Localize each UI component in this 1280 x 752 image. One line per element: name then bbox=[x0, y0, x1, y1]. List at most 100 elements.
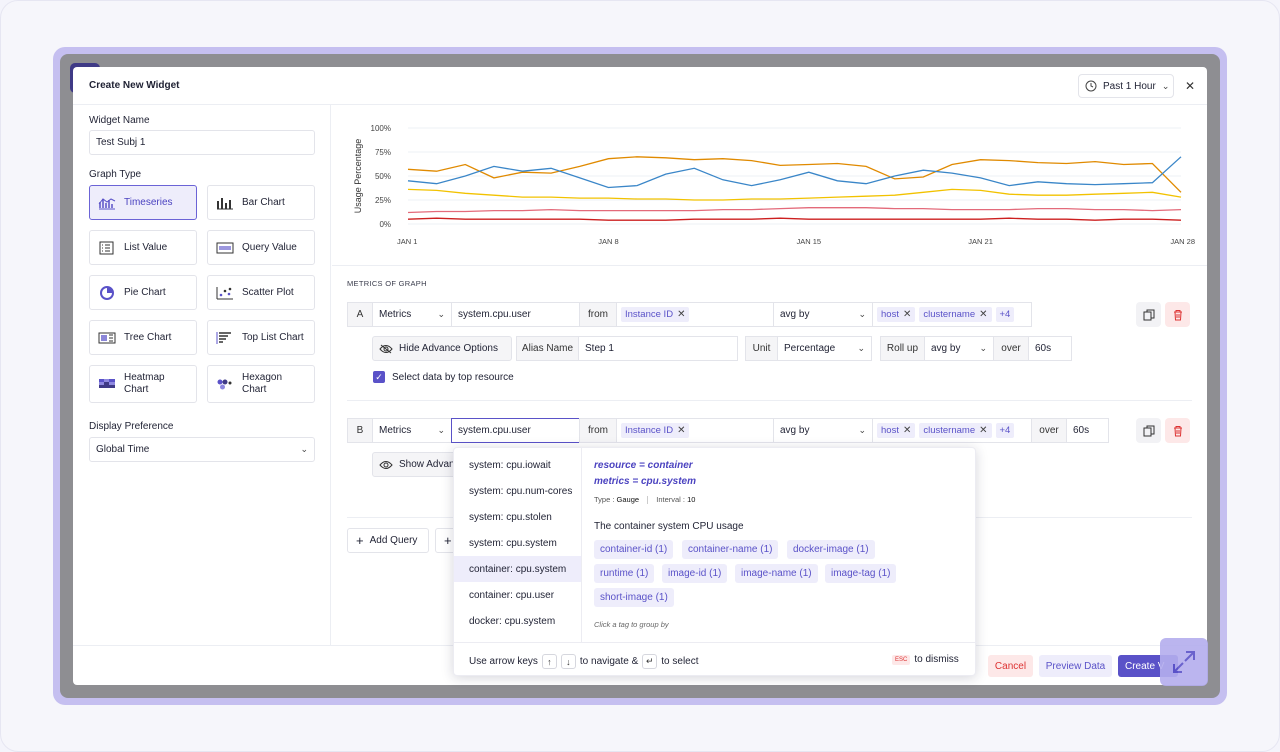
remove-tag-icon[interactable]: ✕ bbox=[903, 309, 911, 320]
tree-chart-icon bbox=[98, 332, 116, 343]
rollup-agg-select[interactable]: avg by ⌄ bbox=[924, 336, 994, 361]
copy-query-button[interactable] bbox=[1136, 418, 1161, 443]
x-tick-label: JAN 15 bbox=[797, 237, 822, 246]
group-tag-chip[interactable]: image-id (1) bbox=[662, 564, 728, 583]
from-tag[interactable]: Instance ID ✕ bbox=[621, 423, 690, 438]
group-tags-a[interactable]: host ✕ clustername ✕ +4 bbox=[872, 302, 1032, 327]
from-tags-b[interactable]: Instance ID ✕ bbox=[616, 418, 774, 443]
widget-name-label: Widget Name bbox=[89, 115, 150, 126]
x-tick-label: JAN 8 bbox=[598, 237, 618, 246]
plus-icon: + bbox=[356, 533, 364, 548]
modal-header: Create New Widget Past 1 Hour ⌄ ✕ bbox=[73, 67, 1207, 105]
top-resource-checkbox[interactable]: ✓ bbox=[373, 371, 385, 383]
group-tag-chip[interactable]: docker-image (1) bbox=[787, 540, 875, 559]
group-tag-chip[interactable]: image-tag (1) bbox=[825, 564, 897, 583]
remove-tag-icon[interactable]: ✕ bbox=[677, 309, 685, 320]
graph-type-bar-chart[interactable]: Bar Chart bbox=[207, 185, 315, 220]
x-tick-label: JAN 21 bbox=[968, 237, 993, 246]
pie-chart-icon bbox=[100, 285, 114, 300]
metric-option[interactable]: system: cpu.iowait bbox=[454, 452, 581, 478]
metric-option[interactable]: system: cpu.system bbox=[454, 530, 581, 556]
query-row-b: B Metrics ⌄ system.cpu.user from Instance… bbox=[347, 418, 1109, 443]
series-line-0 bbox=[407, 156, 1182, 193]
delete-query-button[interactable] bbox=[1165, 418, 1190, 443]
metric-option[interactable]: system: cpu.stolen bbox=[454, 504, 581, 530]
graph-type-query-value[interactable]: Query Value bbox=[207, 230, 315, 265]
from-tags-a[interactable]: Instance ID ✕ bbox=[616, 302, 774, 327]
graph-type-top-list-chart[interactable]: Top List Chart bbox=[207, 320, 315, 355]
unit-value: Percentage bbox=[784, 343, 836, 354]
metric-input-b[interactable]: system.cpu.user bbox=[451, 418, 580, 443]
group-tag-chip[interactable]: image-name (1) bbox=[735, 564, 818, 583]
graph-type-scatter-plot[interactable]: Scatter Plot bbox=[207, 275, 315, 310]
metric-input-a[interactable]: system.cpu.user bbox=[451, 302, 580, 327]
over-value-input[interactable]: 60s bbox=[1028, 336, 1072, 361]
y-tick-label: 25% bbox=[375, 196, 391, 205]
source-select-a[interactable]: Metrics ⌄ bbox=[372, 302, 452, 327]
select-text: to select bbox=[661, 656, 699, 667]
chart-svg: Usage Percentage 100% 75% 50% 25% 0% JAN 1 JAN … bbox=[353, 124, 1195, 246]
group-tag[interactable]: clustername ✕ bbox=[919, 423, 992, 438]
close-icon[interactable]: ✕ bbox=[1180, 76, 1200, 96]
graph-type-hexagon-chart[interactable]: Hexagon Chart bbox=[207, 365, 315, 403]
widget-name-input[interactable]: Test Subj 1 bbox=[89, 130, 315, 155]
metric-option[interactable]: system: cpu.num-cores bbox=[454, 478, 581, 504]
source-select-b[interactable]: Metrics ⌄ bbox=[372, 418, 452, 443]
remove-tag-icon[interactable]: ✕ bbox=[979, 309, 987, 320]
query-row-a: A Metrics ⌄ system.cpu.user from Instance… bbox=[347, 302, 1032, 327]
more-tags-badge[interactable]: +4 bbox=[995, 423, 1015, 438]
group-tag[interactable]: host ✕ bbox=[877, 423, 916, 438]
group-tags-b[interactable]: host ✕ clustername ✕ +4 bbox=[872, 418, 1032, 443]
keyboard-hint: Use arrow keys ↑ ↓ to navigate & ↵ to se… bbox=[469, 654, 699, 669]
graph-type-label: Top List Chart bbox=[242, 331, 304, 343]
copy-query-button[interactable] bbox=[1136, 302, 1161, 327]
type-value: Gauge bbox=[616, 495, 640, 504]
group-tag-chip[interactable]: container-name (1) bbox=[682, 540, 779, 559]
hide-advance-options-button[interactable]: Hide Advance Options bbox=[372, 336, 512, 361]
chevron-down-icon: ⌄ bbox=[300, 444, 308, 454]
aggregation-select-b[interactable]: avg by ⌄ bbox=[773, 418, 873, 443]
display-preference-label: Display Preference bbox=[89, 421, 174, 432]
group-tag[interactable]: host ✕ bbox=[877, 307, 916, 322]
graph-type-label: Graph Type bbox=[89, 169, 142, 180]
alias-name-input[interactable]: Step 1 bbox=[578, 336, 738, 361]
heatmap-chart-icon bbox=[99, 379, 115, 388]
metric-option[interactable]: container: cpu.user bbox=[454, 582, 581, 608]
display-preference-select[interactable]: Global Time ⌄ bbox=[89, 437, 315, 462]
over-label: over bbox=[993, 336, 1029, 361]
preview-data-button[interactable]: Preview Data bbox=[1039, 655, 1112, 677]
delete-query-button[interactable] bbox=[1165, 302, 1190, 327]
metric-option[interactable]: docker: cpu.system bbox=[454, 608, 581, 634]
x-tick-label: JAN 1 bbox=[397, 237, 417, 246]
add-query-button[interactable]: + Add Query bbox=[347, 528, 429, 553]
graph-type-tree-chart[interactable]: Tree Chart bbox=[89, 320, 197, 355]
unit-select[interactable]: Percentage ⌄ bbox=[777, 336, 872, 361]
graph-type-heatmap-chart[interactable]: Heatmap Chart bbox=[89, 365, 197, 403]
group-tag-chip[interactable]: runtime (1) bbox=[594, 564, 655, 583]
time-range-picker[interactable]: Past 1 Hour ⌄ bbox=[1078, 74, 1174, 98]
metric-detail-panel: resource = container metrics = cpu.syste… bbox=[581, 448, 977, 642]
graph-type-label: Heatmap Chart bbox=[124, 372, 165, 395]
dismiss-hint: ESC to dismiss bbox=[892, 654, 959, 665]
enter-key-icon: ↵ bbox=[642, 654, 658, 669]
group-tag[interactable]: clustername ✕ bbox=[919, 307, 992, 322]
show-advance-label: Show Advan bbox=[399, 459, 455, 470]
over-value-input-b[interactable]: 60s bbox=[1066, 418, 1109, 443]
from-tag[interactable]: Instance ID ✕ bbox=[621, 307, 690, 322]
metric-option-highlighted[interactable]: container: cpu.system bbox=[454, 556, 581, 582]
graph-type-list-value[interactable]: List Value bbox=[89, 230, 197, 265]
group-tag-chip[interactable]: short-image (1) bbox=[594, 588, 674, 607]
cancel-button[interactable]: Cancel bbox=[988, 655, 1033, 677]
remove-tag-icon[interactable]: ✕ bbox=[979, 425, 987, 436]
plus-icon: + bbox=[444, 533, 452, 548]
expand-button[interactable] bbox=[1160, 638, 1208, 686]
expand-icon bbox=[1173, 651, 1195, 673]
graph-type-timeseries[interactable]: Timeseries bbox=[89, 185, 197, 220]
more-tags-badge[interactable]: +4 bbox=[995, 307, 1015, 322]
aggregation-select-a[interactable]: avg by ⌄ bbox=[773, 302, 873, 327]
remove-tag-icon[interactable]: ✕ bbox=[677, 425, 685, 436]
navigate-text: to navigate & bbox=[579, 656, 639, 667]
graph-type-pie-chart[interactable]: Pie Chart bbox=[89, 275, 197, 310]
group-tag-chip[interactable]: container-id (1) bbox=[594, 540, 674, 559]
remove-tag-icon[interactable]: ✕ bbox=[903, 425, 911, 436]
